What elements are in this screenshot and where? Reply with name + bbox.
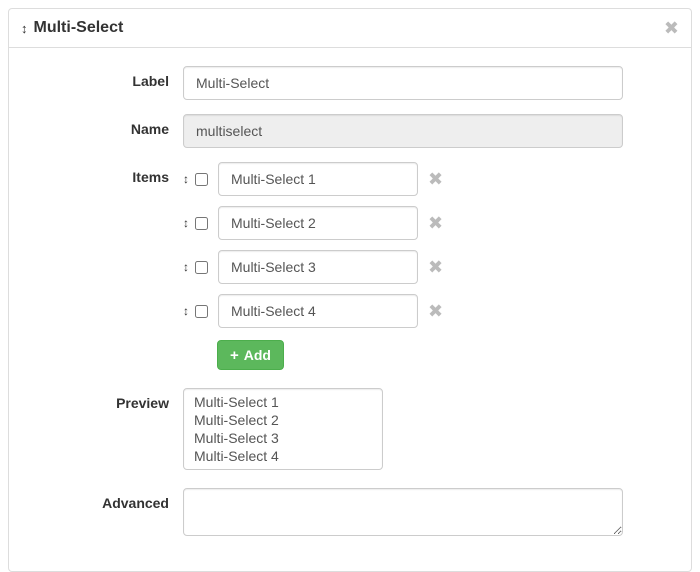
remove-item-icon[interactable]: ✖ [428,170,443,188]
add-button-label: Add [244,347,271,363]
item-row: ↕ ✖ [183,162,623,196]
item-row: ↕ ✖ [183,250,623,284]
item-checkbox[interactable] [195,305,208,318]
plus-icon: + [230,348,239,363]
sort-handle-icon[interactable]: ↕ [183,217,189,229]
sort-handle-icon[interactable]: ↕ [183,173,189,185]
preview-option[interactable]: Multi-Select 1 [188,393,378,411]
row-preview: Preview Multi-Select 1 Multi-Select 2 Mu… [33,388,667,470]
items-caption: Items [33,162,183,185]
row-items: Items ↕ ✖ ↕ ✖ ↕ ✖ [33,162,667,370]
preview-caption: Preview [33,388,183,411]
remove-item-icon[interactable]: ✖ [428,302,443,320]
item-checkbox[interactable] [195,261,208,274]
advanced-wrap [183,488,623,539]
panel-title: ↕ Multi-Select [21,19,123,37]
remove-item-icon[interactable]: ✖ [428,214,443,232]
item-checkbox[interactable] [195,217,208,230]
item-input[interactable] [218,162,418,196]
name-wrap [183,114,623,148]
preview-select[interactable]: Multi-Select 1 Multi-Select 2 Multi-Sele… [183,388,383,470]
row-label: Label [33,66,667,100]
item-row: ↕ ✖ [183,206,623,240]
close-icon[interactable]: ✖ [664,19,679,37]
panel-header: ↕ Multi-Select ✖ [9,9,691,48]
panel-body: Label Name Items ↕ ✖ ↕ [9,48,691,571]
item-input[interactable] [218,250,418,284]
name-caption: Name [33,114,183,137]
add-item-button[interactable]: + Add [217,340,284,370]
label-wrap [183,66,623,100]
sort-handle-icon[interactable]: ↕ [21,22,28,35]
item-input[interactable] [218,206,418,240]
preview-option[interactable]: Multi-Select 3 [188,429,378,447]
row-name: Name [33,114,667,148]
field-panel: ↕ Multi-Select ✖ Label Name Items ↕ [8,8,692,572]
name-input [183,114,623,148]
item-row: ↕ ✖ [183,294,623,328]
panel-title-text: Multi-Select [34,19,124,37]
item-checkbox[interactable] [195,173,208,186]
advanced-caption: Advanced [33,488,183,511]
advanced-textarea[interactable] [183,488,623,536]
sort-handle-icon[interactable]: ↕ [183,261,189,273]
label-caption: Label [33,66,183,89]
preview-option[interactable]: Multi-Select 2 [188,411,378,429]
remove-item-icon[interactable]: ✖ [428,258,443,276]
row-advanced: Advanced [33,488,667,539]
label-input[interactable] [183,66,623,100]
sort-handle-icon[interactable]: ↕ [183,305,189,317]
preview-wrap: Multi-Select 1 Multi-Select 2 Multi-Sele… [183,388,623,470]
items-wrap: ↕ ✖ ↕ ✖ ↕ ✖ ↕ [183,162,623,370]
preview-option[interactable]: Multi-Select 4 [188,447,378,465]
item-input[interactable] [218,294,418,328]
